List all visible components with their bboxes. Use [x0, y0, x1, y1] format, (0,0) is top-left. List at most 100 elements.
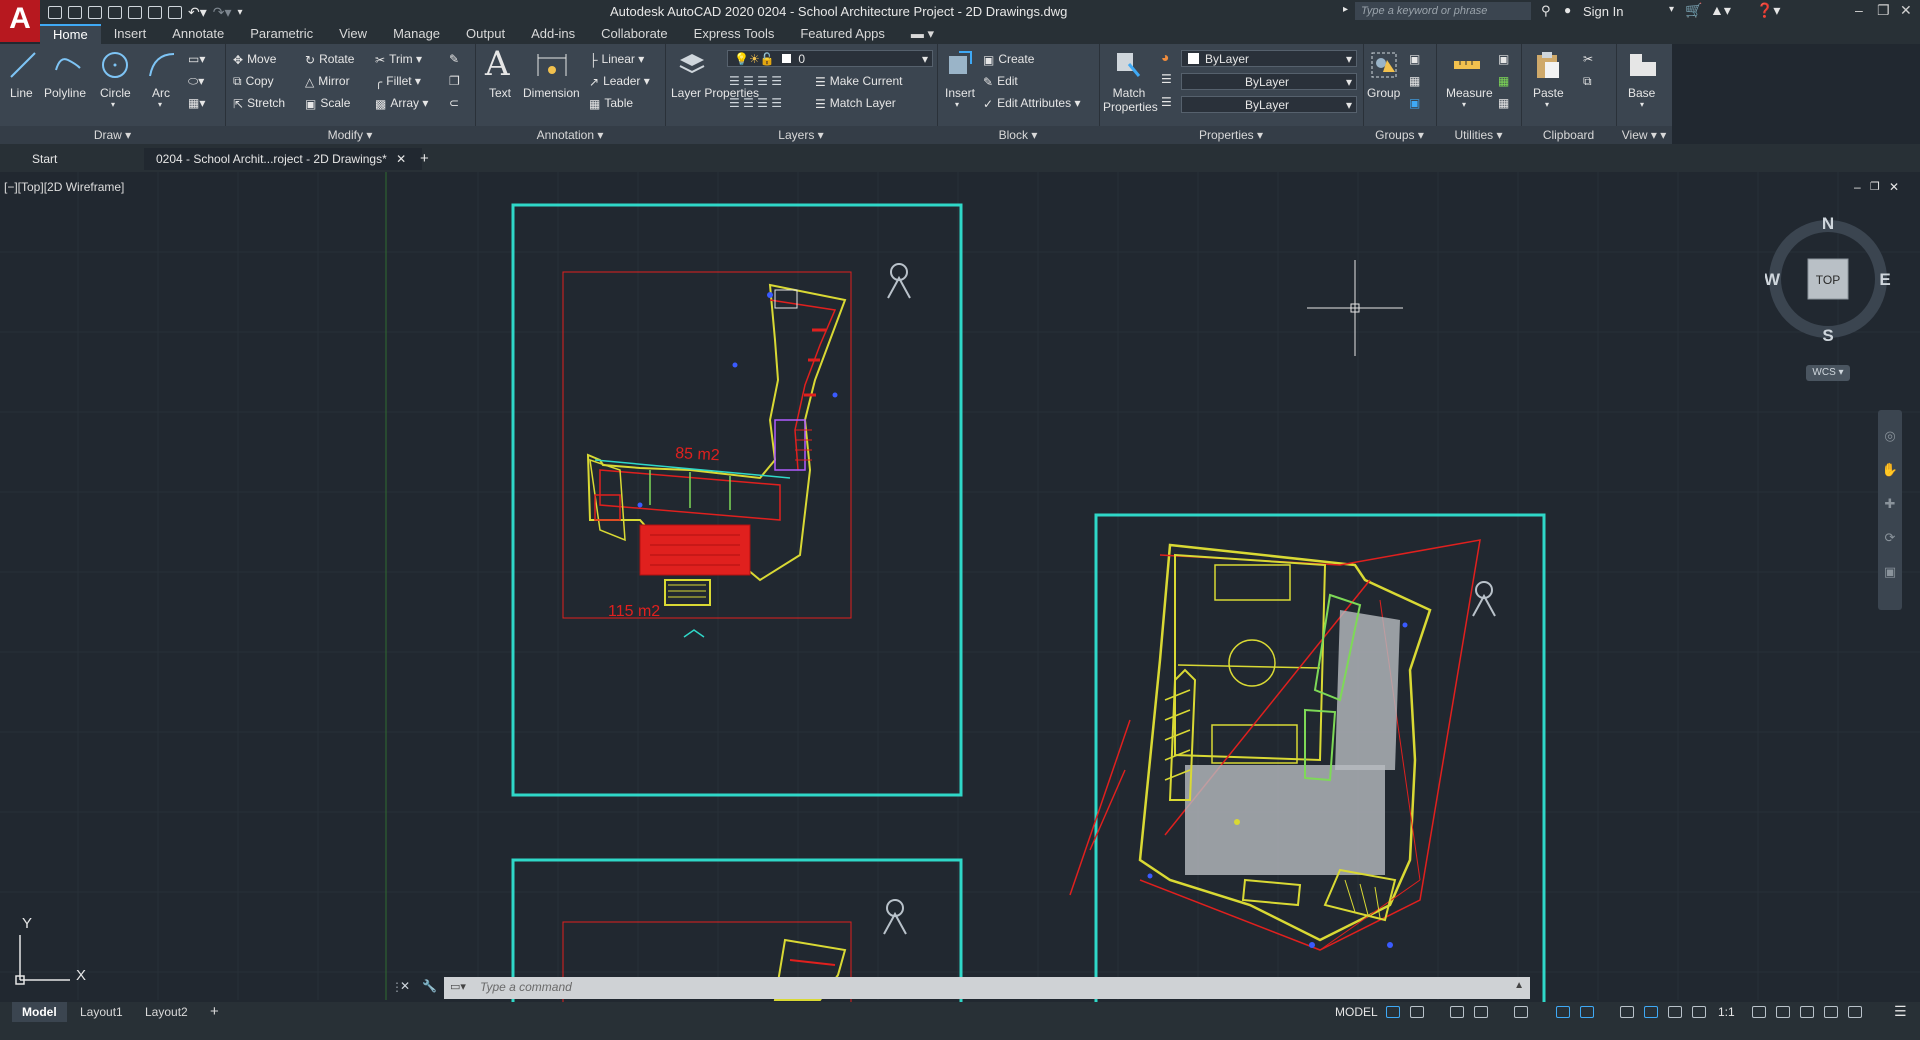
match-properties-button[interactable]: Match Properties	[1103, 86, 1158, 114]
edit-attributes-button[interactable]: ✓ Edit Attributes ▾	[983, 96, 1080, 111]
customize-qat-icon[interactable]: ▾	[238, 7, 243, 18]
new-tab-icon[interactable]: +	[414, 148, 435, 170]
group-icon[interactable]	[1369, 50, 1399, 80]
object-snap-tracking-icon[interactable]	[1556, 1006, 1570, 1018]
properties-panel-title[interactable]: Properties ▾	[1099, 126, 1363, 144]
command-line[interactable]: ▭▾ Type a command ▲	[444, 977, 1530, 999]
sign-in-link[interactable]: Sign In	[1583, 4, 1623, 19]
binoculars-icon[interactable]: ⚲	[1541, 3, 1551, 19]
viewport-minimize-icon[interactable]: –	[1854, 180, 1861, 194]
object-snap-icon[interactable]	[1580, 1006, 1594, 1018]
tab-home[interactable]: Home	[40, 24, 101, 44]
tab-output[interactable]: Output	[453, 24, 518, 44]
edit-block-button[interactable]: ✎ Edit	[983, 74, 1018, 89]
ortho-icon[interactable]	[1450, 1006, 1464, 1018]
annotation-panel-title[interactable]: Annotation ▾	[475, 126, 665, 144]
layers-panel-title[interactable]: Layers ▾	[665, 126, 937, 144]
explode-icon[interactable]: ❐	[449, 74, 460, 88]
circle-button[interactable]: Circle	[100, 86, 131, 100]
layer-tools-row2-icons[interactable]: ☰ ☰ ☰ ☰	[729, 96, 782, 110]
tab-annotate[interactable]: Annotate	[159, 24, 237, 44]
quick-properties-icon[interactable]	[1824, 1006, 1838, 1018]
zoom-extents-icon[interactable]: ✚	[1878, 496, 1902, 512]
annotation-scale-icon[interactable]	[1692, 1006, 1706, 1018]
tab-view[interactable]: View	[326, 24, 380, 44]
block-panel-title[interactable]: Block ▾	[937, 126, 1099, 144]
arc-button[interactable]: Arc	[152, 86, 170, 100]
signin-dropdown-icon[interactable]: ▾	[1669, 4, 1674, 15]
select-all-icon[interactable]: ▦	[1498, 74, 1509, 88]
text-icon[interactable]: A	[485, 44, 510, 84]
help-icon[interactable]: ❓▾	[1756, 2, 1780, 19]
circle-dropdown-icon[interactable]: ▾	[111, 100, 115, 109]
calculator-icon[interactable]: ▦	[1498, 96, 1509, 110]
mirror-button[interactable]: △ Mirror	[305, 74, 350, 89]
close-tab-icon[interactable]: ✕	[396, 152, 406, 166]
new-file-icon[interactable]	[48, 5, 62, 19]
help-search-input[interactable]: Type a keyword or phrase	[1355, 2, 1531, 20]
copy-clip-icon[interactable]: ⧉	[1583, 74, 1592, 89]
search-expand-icon[interactable]: ▸	[1343, 4, 1348, 15]
leader-button[interactable]: ↗ Leader ▾	[589, 74, 650, 89]
close-command-line-icon[interactable]: ✕	[400, 979, 410, 993]
annotation-scale-value[interactable]: 1:1	[1718, 1005, 1735, 1019]
measure-icon[interactable]	[1452, 52, 1482, 78]
offset-icon[interactable]: ⊂	[449, 96, 459, 110]
command-expand-icon[interactable]: ▲	[1514, 980, 1524, 991]
paste-icon[interactable]	[1533, 50, 1563, 80]
cut-icon[interactable]: ✂	[1583, 52, 1593, 66]
open-web-icon[interactable]	[128, 5, 142, 19]
compass-east[interactable]: E	[1879, 270, 1890, 289]
units-icon[interactable]	[1800, 1006, 1814, 1018]
model-space-toggle[interactable]: MODEL	[1335, 1005, 1378, 1019]
layout2-tab[interactable]: Layout2	[135, 1002, 198, 1022]
layer-dropdown[interactable]: 💡☀🔓 0 ▾	[727, 50, 933, 67]
viewcube[interactable]: TOP N S W E	[1765, 213, 1895, 348]
tab-add-ins[interactable]: Add-ins	[518, 24, 588, 44]
base-button[interactable]: Base	[1628, 86, 1655, 100]
customization-icon[interactable]: ☰	[1894, 1003, 1907, 1020]
pan-icon[interactable]: ✋	[1878, 462, 1902, 478]
lineweight-dropdown[interactable]: ByLayer ▾	[1181, 96, 1357, 113]
plot-icon[interactable]	[168, 5, 182, 19]
erase-icon[interactable]: ✎	[449, 52, 459, 66]
viewport-restore-icon[interactable]: ❐	[1870, 180, 1880, 193]
tab-insert[interactable]: Insert	[101, 24, 160, 44]
tab-parametric[interactable]: Parametric	[237, 24, 326, 44]
tab-featured-apps[interactable]: Featured Apps	[787, 24, 898, 44]
minimize-window-icon[interactable]: –	[1855, 2, 1863, 18]
command-input[interactable]: Type a command	[480, 980, 572, 994]
polar-tracking-icon[interactable]	[1474, 1006, 1488, 1018]
scale-button[interactable]: ▣ Scale	[305, 96, 350, 111]
insert-dropdown-icon[interactable]: ▾	[955, 100, 959, 109]
wcs-menu[interactable]: WCS ▾	[1806, 365, 1850, 381]
base-view-icon[interactable]	[1628, 52, 1658, 78]
isodraft-icon[interactable]	[1514, 1006, 1528, 1018]
boundary-icon[interactable]: ▦▾	[188, 96, 205, 110]
line-button[interactable]: Line	[10, 86, 33, 100]
redo-icon[interactable]: ↷▾	[213, 4, 232, 21]
dimension-icon[interactable]	[535, 50, 569, 80]
layer-properties-icon[interactable]	[677, 50, 707, 80]
auto-scale-icon[interactable]	[1668, 1006, 1682, 1018]
customize-command-icon[interactable]: 🔧	[422, 979, 437, 993]
groups-panel-title[interactable]: Groups ▾	[1363, 126, 1436, 144]
open-file-icon[interactable]	[68, 5, 82, 19]
tab-collaborate[interactable]: Collaborate	[588, 24, 681, 44]
group-selection-icon[interactable]: ▣	[1409, 96, 1420, 110]
cart-icon[interactable]: 🛒	[1685, 2, 1702, 19]
make-current-button[interactable]: ☰ Make Current	[815, 74, 902, 89]
close-window-icon[interactable]: ✕	[1900, 2, 1912, 19]
array-button[interactable]: ▩ Array ▾	[375, 96, 428, 111]
clean-screen-icon[interactable]	[1848, 1006, 1862, 1018]
text-button[interactable]: Text	[489, 86, 511, 100]
stretch-button[interactable]: ⇱ Stretch	[233, 96, 285, 111]
annotation-visibility-icon[interactable]	[1644, 1006, 1658, 1018]
rectangle-icon[interactable]: ▭▾	[188, 52, 205, 66]
layer-tools-row1-icons[interactable]: ☰ ☰ ☰ ☰	[729, 74, 782, 88]
dimension-button[interactable]: Dimension	[523, 86, 580, 100]
annotation-monitor-icon[interactable]	[1776, 1006, 1790, 1018]
draw-panel-title[interactable]: Draw ▾	[0, 126, 225, 144]
match-properties-icon[interactable]	[1113, 50, 1143, 80]
fillet-button[interactable]: ╭ Fillet ▾	[375, 74, 421, 89]
